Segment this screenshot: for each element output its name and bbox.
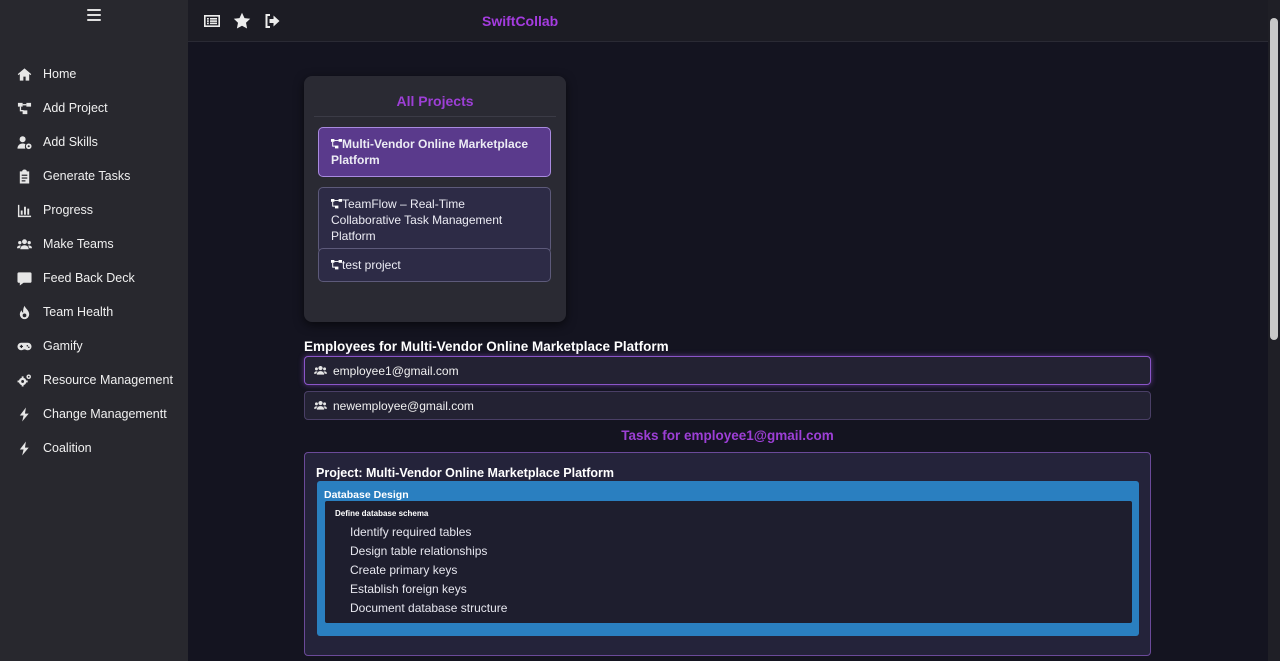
project-item-test-project[interactable]: test project — [318, 248, 551, 282]
page-scrollbar[interactable] — [1268, 0, 1280, 661]
task-project-title: Project: Multi-Vendor Online Marketplace… — [316, 466, 614, 480]
task-panel: Project: Multi-Vendor Online Marketplace… — [304, 452, 1151, 656]
comment-icon — [16, 270, 32, 286]
project-item-multi-vendor[interactable]: Multi-Vendor Online Marketplace Platform — [318, 127, 551, 177]
project-diagram-icon — [331, 258, 342, 270]
project-item-label: TeamFlow – Real-Time Collaborative Task … — [331, 197, 503, 243]
sign-out-icon[interactable] — [262, 11, 281, 30]
clipboard-list-icon — [16, 168, 32, 184]
employee-item[interactable]: newemployee@gmail.com — [304, 391, 1151, 420]
home-icon — [16, 66, 32, 82]
list-alt-icon[interactable] — [202, 11, 221, 30]
sidebar-item-resource-management[interactable]: Resource Management — [0, 363, 188, 397]
employee-email: newemployee@gmail.com — [333, 398, 474, 413]
sidebar-item-label: Team Health — [43, 305, 114, 319]
gamepad-icon — [16, 338, 32, 354]
sidebar-item-change-management[interactable]: Change Managementt — [0, 397, 188, 431]
list-item: Document database structure — [350, 601, 508, 615]
sidebar-item-label: Make Teams — [43, 237, 114, 251]
employee-item[interactable]: employee1@gmail.com — [304, 356, 1151, 385]
subtask-card: Define database schema Identify required… — [325, 501, 1132, 623]
subtask-title: Define database schema — [335, 509, 429, 518]
sidebar-item-label: Generate Tasks — [43, 169, 131, 183]
projects-card: All Projects Multi-Vendor Online Marketp… — [304, 76, 566, 322]
list-item: Identify required tables — [350, 525, 472, 539]
task-card: Database Design Define database schema I… — [317, 481, 1139, 636]
menu-toggle-icon[interactable] — [87, 9, 101, 21]
project-diagram-icon — [16, 100, 32, 116]
user-cog-icon — [16, 134, 32, 150]
bolt-icon — [16, 440, 32, 456]
app-root: Home Add Project Add Skills Generate Tas… — [0, 0, 1280, 661]
list-item: Establish foreign keys — [350, 582, 467, 596]
sidebar-item-label: Home — [43, 67, 77, 81]
sidebar: Home Add Project Add Skills Generate Tas… — [0, 0, 188, 661]
sidebar-item-add-skills[interactable]: Add Skills — [0, 125, 188, 159]
sidebar-item-coalition[interactable]: Coalition — [0, 431, 188, 465]
scrollbar-thumb[interactable] — [1270, 18, 1278, 340]
sidebar-nav: Home Add Project Add Skills Generate Tas… — [0, 57, 188, 465]
projects-title: All Projects — [314, 93, 556, 117]
project-diagram-icon — [331, 197, 342, 209]
sidebar-item-home[interactable]: Home — [0, 57, 188, 91]
list-item: Create primary keys — [350, 563, 458, 577]
sidebar-item-label: Change Managementt — [43, 407, 167, 421]
sidebar-item-label: Add Project — [43, 101, 108, 115]
top-bar-actions — [202, 11, 281, 30]
sidebar-item-generate-tasks[interactable]: Generate Tasks — [0, 159, 188, 193]
sidebar-item-label: Progress — [43, 203, 94, 217]
users-icon — [16, 236, 32, 252]
task-title: Database Design — [324, 489, 409, 501]
employees-heading: Employees for Multi-Vendor Online Market… — [304, 339, 669, 354]
sidebar-item-gamify[interactable]: Gamify — [0, 329, 188, 363]
employee-email: employee1@gmail.com — [333, 363, 459, 378]
bolt-icon — [16, 406, 32, 422]
tasks-heading: Tasks for employee1@gmail.com — [621, 428, 834, 443]
users-icon — [314, 365, 327, 377]
sidebar-item-progress[interactable]: Progress — [0, 193, 188, 227]
cogs-icon — [16, 372, 32, 388]
subtask-list: Identify required tables Design table re… — [350, 523, 507, 618]
sidebar-item-label: Feed Back Deck — [43, 271, 135, 285]
users-icon — [314, 400, 327, 412]
top-bar: SwiftCollab — [188, 0, 1268, 42]
sidebar-item-label: Resource Management — [43, 373, 173, 387]
project-item-label: Multi-Vendor Online Marketplace Platform — [331, 137, 529, 167]
sidebar-item-label: Gamify — [43, 339, 83, 353]
sidebar-item-add-project[interactable]: Add Project — [0, 91, 188, 125]
sidebar-item-label: Coalition — [43, 441, 92, 455]
sidebar-item-feedback-deck[interactable]: Feed Back Deck — [0, 261, 188, 295]
bar-chart-icon — [16, 202, 32, 218]
sidebar-item-make-teams[interactable]: Make Teams — [0, 227, 188, 261]
fire-icon — [16, 304, 32, 320]
project-diagram-icon — [331, 137, 342, 149]
project-item-label: test project — [342, 258, 401, 272]
main-content: All Projects Multi-Vendor Online Marketp… — [188, 42, 1268, 661]
app-brand[interactable]: SwiftCollab — [482, 13, 558, 29]
list-item: Design table relationships — [350, 544, 488, 558]
project-item-teamflow[interactable]: TeamFlow – Real-Time Collaborative Task … — [318, 187, 551, 253]
sidebar-item-team-health[interactable]: Team Health — [0, 295, 188, 329]
sidebar-item-label: Add Skills — [43, 135, 98, 149]
star-icon[interactable] — [232, 11, 251, 30]
